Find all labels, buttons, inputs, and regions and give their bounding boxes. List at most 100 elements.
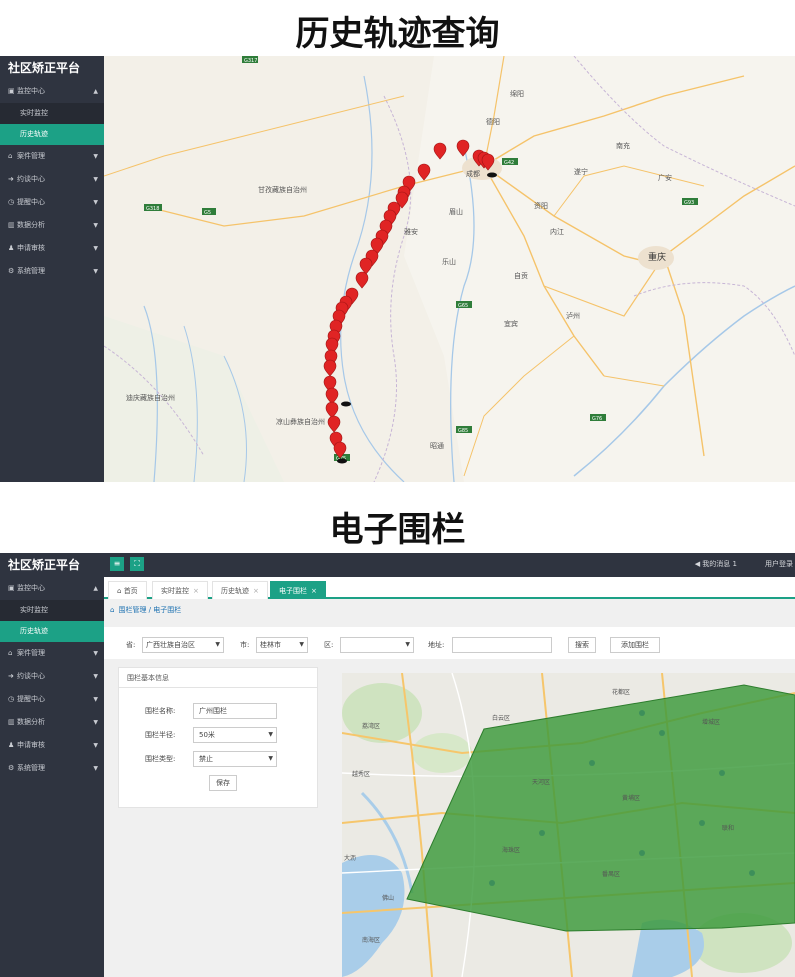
chevron-down-icon: ▼ <box>268 731 273 738</box>
svg-text:G93: G93 <box>684 200 694 206</box>
chevron-down-icon: ▼ <box>93 742 98 749</box>
camera-icon: ▣ <box>8 584 15 592</box>
search-button[interactable]: 搜索 <box>568 637 596 653</box>
svg-text:凉山彝族自治州: 凉山彝族自治州 <box>276 417 325 426</box>
chart-icon: ▥ <box>8 718 15 726</box>
clock-icon: ◷ <box>8 198 15 206</box>
track-map[interactable]: G317 G318 G5 G42 G76 G85 G93 G65 G75 甘孜藏… <box>104 56 795 482</box>
sidebar-item-monitor[interactable]: ▣ 监控中心 ▲ <box>0 80 104 103</box>
fence-name-input[interactable]: 广州围栏 <box>193 703 277 719</box>
fence-basic-info: 围栏基本信息 围栏名称: 广州围栏 围栏半径: 50米 ▼ 围栏类型: 禁止 ▼ 保… <box>118 667 318 808</box>
sidebar-item-system[interactable]: ⚙ 系统管理 ▼ <box>0 260 104 283</box>
sidebar-item-interview[interactable]: ➜ 约谈中心 ▼ <box>0 665 104 688</box>
gear-icon: ⚙ <box>8 764 15 772</box>
bank-icon: ⌂ <box>8 649 13 657</box>
chat-icon: ➜ <box>8 672 14 680</box>
sidebar-item-apply[interactable]: ♟ 申请审核 ▼ <box>0 734 104 757</box>
sidebar-item-apply[interactable]: ♟ 申请审核 ▼ <box>0 237 104 260</box>
svg-text:广安: 广安 <box>658 173 672 182</box>
sidebar-item-case[interactable]: ⌂ 案件管理 ▼ <box>0 145 104 168</box>
fence-radius-select[interactable]: 50米 ▼ <box>193 727 277 743</box>
close-icon[interactable]: × <box>193 587 199 595</box>
history-section-title: 历史轨迹查询 <box>295 14 500 54</box>
svg-text:德阳: 德阳 <box>486 117 500 126</box>
user-icon: ♟ <box>8 741 15 749</box>
sidebar-item-interview[interactable]: ➜ 约谈中心 ▼ <box>0 168 104 191</box>
chevron-up-icon: ▲ <box>93 88 98 95</box>
sidebar-item-reminder[interactable]: ◷ 提醒中心 ▼ <box>0 688 104 711</box>
gear-icon: ⚙ <box>8 267 15 275</box>
chevron-down-icon: ▼ <box>93 153 98 160</box>
history-track-panel: 社区矫正平台 ▣ 监控中心 ▲ 实时监控 历史轨迹 ⌂ 案件管理 ▼ ➜ 约谈中心 ▼ ◷ 提… <box>0 56 795 482</box>
fence-map[interactable]: 荔湾区 越秀区 白云区 花都区 增城区 天河区 黄埔区 海珠区 番禺区 联和 大… <box>342 673 795 977</box>
expand-icon: ⛶ <box>134 559 140 568</box>
tab-home[interactable]: ⌂ 首页 <box>108 581 147 599</box>
fence-type-select[interactable]: 禁止 ▼ <box>193 751 277 767</box>
menu-toggle-button[interactable]: ≡ <box>110 557 124 571</box>
chevron-up-icon: ▲ <box>93 585 98 592</box>
svg-text:资阳: 资阳 <box>534 201 548 210</box>
svg-text:雅安: 雅安 <box>404 227 418 236</box>
track-endpoint-shadow <box>337 458 347 464</box>
breadcrumb: ⌂ 围栏管理 / 电子围栏 <box>110 606 182 614</box>
chevron-down-icon: ▼ <box>93 696 98 703</box>
svg-text:G85: G85 <box>458 428 468 434</box>
svg-text:重庆: 重庆 <box>648 251 666 263</box>
svg-text:成都: 成都 <box>466 169 480 178</box>
chevron-down-icon: ▼ <box>93 719 98 726</box>
province-select[interactable]: 广西壮族自治区 ▼ <box>142 637 224 653</box>
save-button[interactable]: 保存 <box>209 775 237 791</box>
close-icon[interactable]: × <box>253 587 259 595</box>
tab-fence[interactable]: 电子围栏 × <box>270 581 326 599</box>
notice-link[interactable]: ◀ 我的消息 1 <box>695 559 737 569</box>
svg-text:G42: G42 <box>504 160 514 166</box>
sidebar-item-analysis[interactable]: ▥ 数据分析 ▼ <box>0 214 104 237</box>
svg-text:自贡: 自贡 <box>514 271 528 280</box>
chevron-down-icon: ▼ <box>93 673 98 680</box>
address-input[interactable] <box>452 637 552 653</box>
chart-icon: ▥ <box>8 221 15 229</box>
home-icon: ⌂ <box>117 587 122 595</box>
sidebar-item-case[interactable]: ⌂ 案件管理 ▼ <box>0 642 104 665</box>
tab-history[interactable]: 历史轨迹 × <box>212 581 268 599</box>
fence-panel: 社区矫正平台 ▣ 监控中心 ▲ 实时监控 历史轨迹 ⌂ 案件管理 ▼ ➜ 约谈中心 ▼ ◷ 提… <box>0 553 795 977</box>
top-bar: ≡ ⛶ ◀ 我的消息 1 用户登录 <box>104 553 795 577</box>
sidebar-item-system[interactable]: ⚙ 系统管理 ▼ <box>0 757 104 780</box>
chevron-down-icon: ▼ <box>93 199 98 206</box>
district-select[interactable]: ▼ <box>340 637 414 653</box>
svg-text:乐山: 乐山 <box>442 257 456 266</box>
sidebar-item-realtime[interactable]: 实时监控 <box>0 103 104 124</box>
tab-realtime[interactable]: 实时监控 × <box>152 581 208 599</box>
camera-icon: ▣ <box>8 87 15 95</box>
svg-text:泸州: 泸州 <box>566 311 580 320</box>
sidebar-item-realtime[interactable]: 实时监控 <box>0 600 104 621</box>
fence-section-title: 电子围栏 <box>329 510 466 550</box>
sidebar-item-analysis[interactable]: ▥ 数据分析 ▼ <box>0 711 104 734</box>
fullscreen-button[interactable]: ⛶ <box>130 557 144 571</box>
city-select[interactable]: 桂林市 ▼ <box>256 637 308 653</box>
svg-text:南充: 南充 <box>616 141 630 150</box>
sidebar-item-history[interactable]: 历史轨迹 <box>0 124 104 145</box>
sidebar-item-monitor[interactable]: ▣ 监控中心 ▲ <box>0 577 104 600</box>
svg-text:昭通: 昭通 <box>430 441 444 450</box>
add-fence-button[interactable]: 添加围栏 <box>610 637 660 653</box>
main-content: ⌂ 围栏管理 / 电子围栏 省: 广西壮族自治区 ▼ 市: 桂林市 ▼ 区: ▼ 地址… <box>104 599 795 977</box>
chevron-down-icon: ▼ <box>268 755 273 762</box>
tab-bar: ⌂ 首页 实时监控 × 历史轨迹 × 电子围栏 × <box>104 577 795 599</box>
close-icon[interactable]: × <box>311 587 317 595</box>
svg-text:G317: G317 <box>244 58 257 64</box>
chevron-down-icon: ▼ <box>93 268 98 275</box>
chevron-down-icon: ▼ <box>215 641 220 648</box>
track-endpoint-shadow <box>487 172 497 178</box>
sidebar: 社区矫正平台 ▣ 监控中心 ▲ 实时监控 历史轨迹 ⌂ 案件管理 ▼ ➜ 约谈中心 ▼ ◷ 提… <box>0 553 104 977</box>
sidebar-item-history[interactable]: 历史轨迹 <box>0 621 104 642</box>
svg-text:G318: G318 <box>146 206 159 212</box>
chevron-down-icon: ▼ <box>93 765 98 772</box>
chevron-down-icon: ▼ <box>93 650 98 657</box>
sidebar-brand: 社区矫正平台 <box>8 61 81 75</box>
sidebar-item-reminder[interactable]: ◷ 提醒中心 ▼ <box>0 191 104 214</box>
svg-text:遂宁: 遂宁 <box>574 167 588 176</box>
track-endpoint-shadow <box>341 401 351 407</box>
filter-bar: 省: 广西壮族自治区 ▼ 市: 桂林市 ▼ 区: ▼ 地址: 搜索 添加围栏 <box>104 627 795 659</box>
user-menu[interactable]: 用户登录 <box>765 559 793 569</box>
